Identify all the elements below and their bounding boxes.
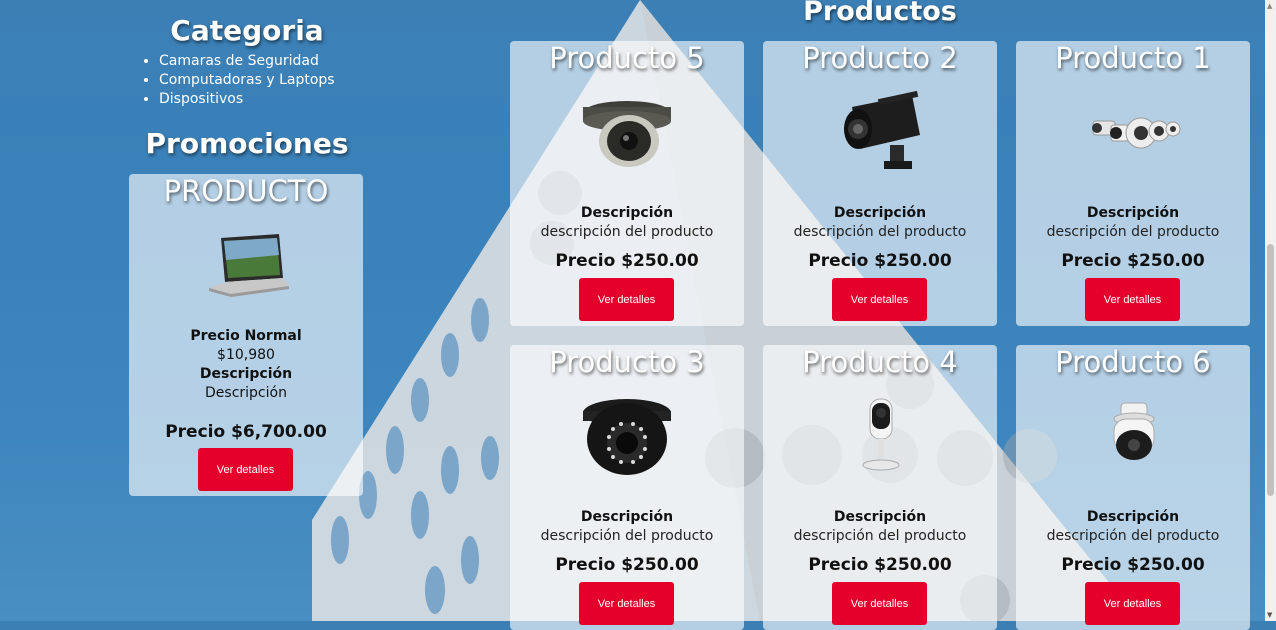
- camera-kit-icon: [1092, 117, 1181, 149]
- product-card: Producto 2 Descripción descripción del p…: [763, 41, 997, 326]
- product-price: Precio $250.00: [555, 555, 699, 575]
- bullet-camera-icon: [844, 90, 920, 169]
- scrollbar-thumb[interactable]: [1267, 244, 1274, 496]
- description: descripción del producto: [540, 528, 714, 544]
- promotions-title: Promociones: [145, 127, 349, 160]
- promo-card-title: PRODUCTO: [163, 174, 329, 208]
- product-card: Producto 3 Descripción descripción del p…: [510, 345, 744, 630]
- product-title: Producto 6: [1055, 345, 1211, 379]
- product-title: Producto 2: [802, 41, 958, 75]
- normal-price-label: Precio Normal: [190, 328, 302, 344]
- description-label: Descripción: [580, 509, 674, 525]
- category-item[interactable]: Camaras de Seguridad: [159, 52, 335, 71]
- description-label: Descripción: [580, 205, 674, 221]
- indoor-camera-icon: [862, 398, 900, 471]
- product-card: Producto 6 Descripción descripción del p…: [1016, 345, 1250, 630]
- product-title: Producto 4: [802, 345, 958, 379]
- description-label: Descripción: [833, 509, 927, 525]
- details-button[interactable]: Ver detalles: [832, 582, 927, 625]
- details-button[interactable]: Ver detalles: [1085, 582, 1180, 625]
- product-card: Producto 4 Descripción descripción del p…: [763, 345, 997, 630]
- description: descripción del producto: [1046, 224, 1220, 240]
- scroll-down-icon[interactable]: ▼: [1267, 611, 1272, 619]
- details-button[interactable]: Ver detalles: [579, 582, 674, 625]
- scroll-up-icon[interactable]: ▲: [1267, 2, 1272, 10]
- details-button[interactable]: Ver detalles: [832, 278, 927, 321]
- description: descripción del producto: [793, 528, 967, 544]
- category-list: Camaras de Seguridad Computadoras y Lapt…: [140, 52, 335, 109]
- product-title: Producto 3: [549, 345, 705, 379]
- product-card: Producto 1 Descripción descripción del p…: [1016, 41, 1250, 326]
- product-title: Producto 5: [549, 41, 705, 75]
- product-price: Precio $250.00: [808, 251, 952, 271]
- description-label: Descripción: [199, 366, 293, 382]
- description-label: Descripción: [1086, 509, 1180, 525]
- normal-price: $10,980: [217, 347, 275, 363]
- promo-details-button[interactable]: Ver detalles: [198, 448, 293, 491]
- product-price: Precio $250.00: [555, 251, 699, 271]
- product-price: Precio $250.00: [1061, 251, 1205, 271]
- promo-price: Precio $6,700.00: [165, 422, 327, 442]
- promo-card: PRODUCTO Precio Normal $10,980 Descripci…: [129, 174, 363, 496]
- description: descripción del producto: [540, 224, 714, 240]
- category-item[interactable]: Dispositivos: [159, 90, 335, 109]
- product-title: Producto 1: [1055, 41, 1211, 75]
- category-item[interactable]: Computadoras y Laptops: [159, 71, 335, 90]
- product-price: Precio $250.00: [808, 555, 952, 575]
- details-button[interactable]: Ver detalles: [1085, 278, 1180, 321]
- description: descripción del producto: [1046, 528, 1220, 544]
- description-label: Descripción: [1086, 205, 1180, 221]
- dome-camera-icon: [583, 101, 671, 167]
- description: descripción del producto: [793, 224, 967, 240]
- vertical-scrollbar[interactable]: ▲ ▼: [1265, 0, 1276, 621]
- category-title: Categoria: [170, 14, 324, 47]
- black-dome-camera-icon: [583, 399, 671, 475]
- product-card: Producto 5 Descripción descripción del p…: [510, 41, 744, 326]
- products-title: Productos: [803, 0, 957, 27]
- laptop-icon: [209, 234, 289, 297]
- product-price: Precio $250.00: [1061, 555, 1205, 575]
- description: Descripción: [205, 385, 287, 401]
- description-label: Descripción: [833, 205, 927, 221]
- ptz-camera-icon: [1113, 402, 1155, 460]
- details-button[interactable]: Ver detalles: [579, 278, 674, 321]
